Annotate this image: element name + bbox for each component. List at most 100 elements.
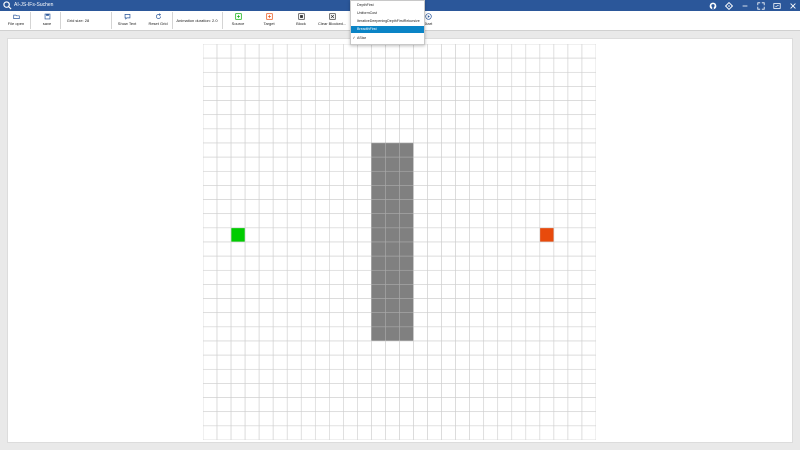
grid-cell[interactable] <box>483 397 499 413</box>
grid-cell[interactable] <box>230 383 246 398</box>
grid-cell[interactable] <box>455 255 470 271</box>
reset-grid-button[interactable]: Reset Grid <box>147 11 169 30</box>
grid-cell[interactable] <box>216 156 232 172</box>
grid-cell[interactable] <box>272 44 288 59</box>
grid-cell[interactable] <box>511 227 527 243</box>
grid-cell[interactable] <box>343 57 358 73</box>
blocked-cell[interactable] <box>385 284 400 299</box>
grid-cell[interactable] <box>357 312 372 328</box>
grid-cell[interactable] <box>244 255 260 271</box>
grid-cell[interactable] <box>258 185 274 200</box>
grid-cell[interactable] <box>203 71 218 87</box>
blocked-cell[interactable] <box>371 255 386 271</box>
grid-cell[interactable] <box>244 397 260 413</box>
grid-cell[interactable] <box>300 227 316 243</box>
grid-cell[interactable] <box>244 284 260 299</box>
grid-cell[interactable] <box>203 185 218 200</box>
blocked-cell[interactable] <box>371 199 386 215</box>
grid-cell[interactable] <box>567 227 583 243</box>
grid-cell[interactable] <box>286 368 302 384</box>
grid-cell[interactable] <box>441 86 456 101</box>
grid-cell[interactable] <box>581 213 596 229</box>
grid-cell[interactable] <box>497 354 513 370</box>
grid-cell[interactable] <box>427 298 442 314</box>
grid-cell[interactable] <box>455 128 470 144</box>
grid-cell[interactable] <box>300 57 316 73</box>
grid-cell[interactable] <box>216 269 232 285</box>
grid-cell[interactable] <box>511 326 527 342</box>
grid-cell[interactable] <box>483 213 499 229</box>
grid-cell[interactable] <box>399 340 414 356</box>
grid-cell[interactable] <box>581 71 596 87</box>
grid-cell[interactable] <box>399 86 414 101</box>
github-button[interactable] <box>706 0 720 11</box>
grid-cell[interactable] <box>343 114 358 130</box>
grid-cell[interactable] <box>399 57 414 73</box>
grid-cell[interactable] <box>300 298 316 314</box>
grid-cell[interactable] <box>525 227 541 243</box>
grid-cell[interactable] <box>511 100 527 116</box>
grid-cell[interactable] <box>216 425 232 440</box>
grid-cell[interactable] <box>525 128 541 144</box>
grid-cell[interactable] <box>483 86 499 101</box>
grid-cell[interactable] <box>244 128 260 144</box>
grid-cell[interactable] <box>329 340 344 356</box>
grid-cell[interactable] <box>272 213 288 229</box>
grid-cell[interactable] <box>553 298 569 314</box>
grid-cell[interactable] <box>511 340 527 356</box>
grid-cell[interactable] <box>357 241 372 257</box>
grid-cell[interactable] <box>329 368 344 384</box>
blocked-cell[interactable] <box>399 170 414 186</box>
grid-cell[interactable] <box>286 397 302 413</box>
grid-cell[interactable] <box>203 128 218 144</box>
grid-cell[interactable] <box>300 383 316 398</box>
grid-cell[interactable] <box>244 100 260 116</box>
grid-cell[interactable] <box>581 368 596 384</box>
grid-cell[interactable] <box>399 354 414 370</box>
blocked-cell[interactable] <box>371 213 386 229</box>
grid-cell[interactable] <box>357 383 372 398</box>
grid-cell[interactable] <box>314 312 330 328</box>
grid-cell[interactable] <box>203 284 218 299</box>
grid-cell[interactable] <box>441 57 456 73</box>
grid-cell[interactable] <box>216 86 232 101</box>
grid-cell[interactable] <box>581 185 596 200</box>
grid-cell[interactable] <box>244 142 260 158</box>
grid-cell[interactable] <box>539 185 555 200</box>
grid-cell[interactable] <box>455 368 470 384</box>
grid-cell[interactable] <box>483 142 499 158</box>
grid-cell[interactable] <box>553 354 569 370</box>
grid-cell[interactable] <box>385 411 400 427</box>
grid-cell[interactable] <box>539 354 555 370</box>
blocked-cell[interactable] <box>399 298 414 314</box>
grid-cell[interactable] <box>511 114 527 130</box>
grid-cell[interactable] <box>427 199 442 215</box>
grid-cell[interactable] <box>539 241 555 257</box>
grid-cell[interactable] <box>357 368 372 384</box>
grid-cell[interactable] <box>581 383 596 398</box>
grid-cell[interactable] <box>357 170 372 186</box>
grid-cell[interactable] <box>216 298 232 314</box>
grid-cell[interactable] <box>399 425 414 440</box>
grid-cell[interactable] <box>244 354 260 370</box>
grid-cell[interactable] <box>441 284 456 299</box>
share-button[interactable] <box>722 0 736 11</box>
minimize-button[interactable] <box>738 0 752 11</box>
grid-cell[interactable] <box>441 44 456 59</box>
grid-cell[interactable] <box>357 269 372 285</box>
grid-cell[interactable] <box>567 340 583 356</box>
grid-cell[interactable] <box>525 185 541 200</box>
grid-cell[interactable] <box>469 383 485 398</box>
grid-cell[interactable] <box>567 354 583 370</box>
grid-cell[interactable] <box>357 284 372 299</box>
grid-cell[interactable] <box>230 326 246 342</box>
grid-cell[interactable] <box>272 227 288 243</box>
grid-cell[interactable] <box>203 227 218 243</box>
grid-cell[interactable] <box>230 241 246 257</box>
grid-cell[interactable] <box>441 227 456 243</box>
grid-cell[interactable] <box>539 128 555 144</box>
grid-cell[interactable] <box>525 326 541 342</box>
grid-cell[interactable] <box>385 128 400 144</box>
grid-cell[interactable] <box>455 57 470 73</box>
grid-cell[interactable] <box>413 397 428 413</box>
